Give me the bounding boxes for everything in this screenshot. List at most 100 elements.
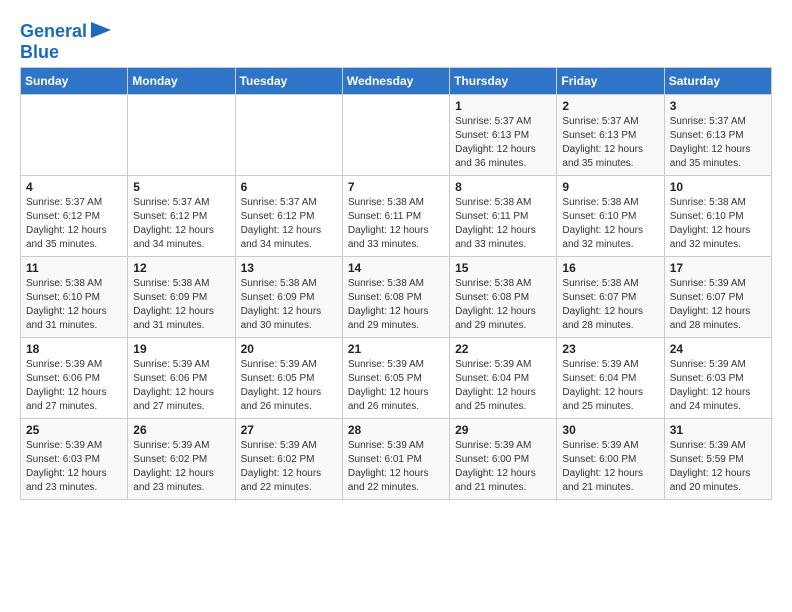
day-info: Sunrise: 5:37 AMSunset: 6:12 PMDaylight:… [26, 196, 122, 252]
calendar-cell: 7Sunrise: 5:38 AMSunset: 6:11 PMDaylight… [342, 176, 449, 257]
calendar-week-row: 18 Sunrise: 5:39 AMSunset: 6:06 PMDayligh… [21, 338, 772, 419]
day-number: 16 [562, 261, 658, 275]
day-number: 17 [670, 261, 766, 275]
calendar-cell: 16 Sunrise: 5:38 AMSunset: 6:07 PMDayligh… [557, 257, 664, 338]
calendar-cell: 28 Sunrise: 5:39 AMSunset: 6:01 PMDayligh… [342, 419, 449, 500]
calendar-week-row: 4 Sunrise: 5:37 AMSunset: 6:12 PMDaylight… [21, 176, 772, 257]
logo-arrow-icon [91, 22, 111, 38]
calendar-cell [235, 95, 342, 176]
day-number: 25 [26, 423, 122, 437]
day-number: 4 [26, 180, 122, 194]
day-info: Sunrise: 5:39 AMSunset: 5:59 PMDaylight:… [670, 439, 766, 495]
calendar-cell: 21 Sunrise: 5:39 AMSunset: 6:05 PMDayligh… [342, 338, 449, 419]
day-info: Sunrise: 5:39 AMSunset: 6:03 PMDaylight:… [670, 358, 766, 414]
calendar-week-row: 25 Sunrise: 5:39 AMSunset: 6:03 PMDayligh… [21, 419, 772, 500]
logo-blue-text: Blue [20, 42, 59, 62]
calendar-cell: 19 Sunrise: 5:39 AMSunset: 6:06 PMDayligh… [128, 338, 235, 419]
day-info: Sunrise: 5:37 AMSunset: 6:13 PMDaylight:… [670, 115, 766, 171]
day-number: 31 [670, 423, 766, 437]
day-info: Sunrise: 5:37 AMSunset: 6:12 PMDaylight:… [241, 196, 337, 252]
day-info: Sunrise: 5:38 AMSunset: 6:09 PMDaylight:… [133, 277, 229, 333]
calendar-cell: 9 Sunrise: 5:38 AMSunset: 6:10 PMDaylight… [557, 176, 664, 257]
day-number: 19 [133, 342, 229, 356]
calendar-cell: 8Sunrise: 5:38 AMSunset: 6:11 PMDaylight… [450, 176, 557, 257]
day-number: 21 [348, 342, 444, 356]
calendar-cell [128, 95, 235, 176]
calendar-cell: 1Sunrise: 5:37 AMSunset: 6:13 PMDaylight… [450, 95, 557, 176]
day-info: Sunrise: 5:38 AMSunset: 6:07 PMDaylight:… [562, 277, 658, 333]
calendar-cell: 2 Sunrise: 5:37 AMSunset: 6:13 PMDaylight… [557, 95, 664, 176]
column-header-wednesday: Wednesday [342, 68, 449, 95]
calendar-cell [21, 95, 128, 176]
day-number: 26 [133, 423, 229, 437]
day-number: 2 [562, 99, 658, 113]
day-number: 3 [670, 99, 766, 113]
calendar-cell: 5Sunrise: 5:37 AMSunset: 6:12 PMDaylight… [128, 176, 235, 257]
day-number: 18 [26, 342, 122, 356]
day-info: Sunrise: 5:38 AMSunset: 6:10 PMDaylight:… [670, 196, 766, 252]
day-info: Sunrise: 5:39 AMSunset: 6:05 PMDaylight:… [241, 358, 337, 414]
calendar-cell: 12 Sunrise: 5:38 AMSunset: 6:09 PMDayligh… [128, 257, 235, 338]
day-number: 11 [26, 261, 122, 275]
day-number: 8 [455, 180, 551, 194]
calendar-cell: 20Sunrise: 5:39 AMSunset: 6:05 PMDayligh… [235, 338, 342, 419]
day-info: Sunrise: 5:39 AMSunset: 6:00 PMDaylight:… [455, 439, 551, 495]
calendar-table: SundayMondayTuesdayWednesdayThursdayFrid… [20, 67, 772, 500]
day-number: 5 [133, 180, 229, 194]
calendar-week-row: 11Sunrise: 5:38 AMSunset: 6:10 PMDayligh… [21, 257, 772, 338]
day-number: 28 [348, 423, 444, 437]
day-info: Sunrise: 5:39 AMSunset: 6:01 PMDaylight:… [348, 439, 444, 495]
day-info: Sunrise: 5:38 AMSunset: 6:10 PMDaylight:… [562, 196, 658, 252]
day-info: Sunrise: 5:39 AMSunset: 6:03 PMDaylight:… [26, 439, 122, 495]
calendar-header-row: SundayMondayTuesdayWednesdayThursdayFrid… [21, 68, 772, 95]
calendar-cell: 31 Sunrise: 5:39 AMSunset: 5:59 PMDayligh… [664, 419, 771, 500]
calendar-cell: 14Sunrise: 5:38 AMSunset: 6:08 PMDayligh… [342, 257, 449, 338]
day-number: 27 [241, 423, 337, 437]
calendar-cell: 10 Sunrise: 5:38 AMSunset: 6:10 PMDayligh… [664, 176, 771, 257]
column-header-saturday: Saturday [664, 68, 771, 95]
calendar-cell: 6Sunrise: 5:37 AMSunset: 6:12 PMDaylight… [235, 176, 342, 257]
calendar-cell: 13Sunrise: 5:38 AMSunset: 6:09 PMDayligh… [235, 257, 342, 338]
day-info: Sunrise: 5:39 AMSunset: 6:06 PMDaylight:… [133, 358, 229, 414]
day-number: 15 [455, 261, 551, 275]
day-number: 23 [562, 342, 658, 356]
calendar-cell: 3 Sunrise: 5:37 AMSunset: 6:13 PMDaylight… [664, 95, 771, 176]
logo-text: General [20, 22, 87, 42]
day-number: 29 [455, 423, 551, 437]
day-number: 7 [348, 180, 444, 194]
day-info: Sunrise: 5:38 AMSunset: 6:08 PMDaylight:… [455, 277, 551, 333]
calendar-cell: 22Sunrise: 5:39 AMSunset: 6:04 PMDayligh… [450, 338, 557, 419]
column-header-sunday: Sunday [21, 68, 128, 95]
day-number: 22 [455, 342, 551, 356]
column-header-monday: Monday [128, 68, 235, 95]
calendar-cell: 24 Sunrise: 5:39 AMSunset: 6:03 PMDayligh… [664, 338, 771, 419]
day-info: Sunrise: 5:39 AMSunset: 6:02 PMDaylight:… [241, 439, 337, 495]
calendar-cell: 27 Sunrise: 5:39 AMSunset: 6:02 PMDayligh… [235, 419, 342, 500]
calendar-cell: 23 Sunrise: 5:39 AMSunset: 6:04 PMDayligh… [557, 338, 664, 419]
day-number: 9 [562, 180, 658, 194]
calendar-cell: 25 Sunrise: 5:39 AMSunset: 6:03 PMDayligh… [21, 419, 128, 500]
column-header-friday: Friday [557, 68, 664, 95]
day-info: Sunrise: 5:38 AMSunset: 6:09 PMDaylight:… [241, 277, 337, 333]
calendar-cell: 17Sunrise: 5:39 AMSunset: 6:07 PMDayligh… [664, 257, 771, 338]
calendar-cell: 26 Sunrise: 5:39 AMSunset: 6:02 PMDayligh… [128, 419, 235, 500]
day-info: Sunrise: 5:37 AMSunset: 6:13 PMDaylight:… [562, 115, 658, 171]
day-info: Sunrise: 5:39 AMSunset: 6:02 PMDaylight:… [133, 439, 229, 495]
calendar-cell: 29 Sunrise: 5:39 AMSunset: 6:00 PMDayligh… [450, 419, 557, 500]
day-number: 30 [562, 423, 658, 437]
calendar-week-row: 1 Sunrise: 5:37 AMSunset: 6:13 PMDaylight… [21, 95, 772, 176]
calendar-cell: 4 Sunrise: 5:37 AMSunset: 6:12 PMDaylight… [21, 176, 128, 257]
logo: General Blue [20, 20, 111, 63]
day-number: 12 [133, 261, 229, 275]
day-info: Sunrise: 5:39 AMSunset: 6:06 PMDaylight:… [26, 358, 122, 414]
day-number: 1 [455, 99, 551, 113]
day-info: Sunrise: 5:39 AMSunset: 6:00 PMDaylight:… [562, 439, 658, 495]
day-number: 10 [670, 180, 766, 194]
day-number: 24 [670, 342, 766, 356]
calendar-cell: 18 Sunrise: 5:39 AMSunset: 6:06 PMDayligh… [21, 338, 128, 419]
calendar-cell: 30 Sunrise: 5:39 AMSunset: 6:00 PMDayligh… [557, 419, 664, 500]
page-header: General Blue [20, 16, 772, 63]
day-info: Sunrise: 5:39 AMSunset: 6:05 PMDaylight:… [348, 358, 444, 414]
day-info: Sunrise: 5:39 AMSunset: 6:04 PMDaylight:… [562, 358, 658, 414]
column-header-thursday: Thursday [450, 68, 557, 95]
